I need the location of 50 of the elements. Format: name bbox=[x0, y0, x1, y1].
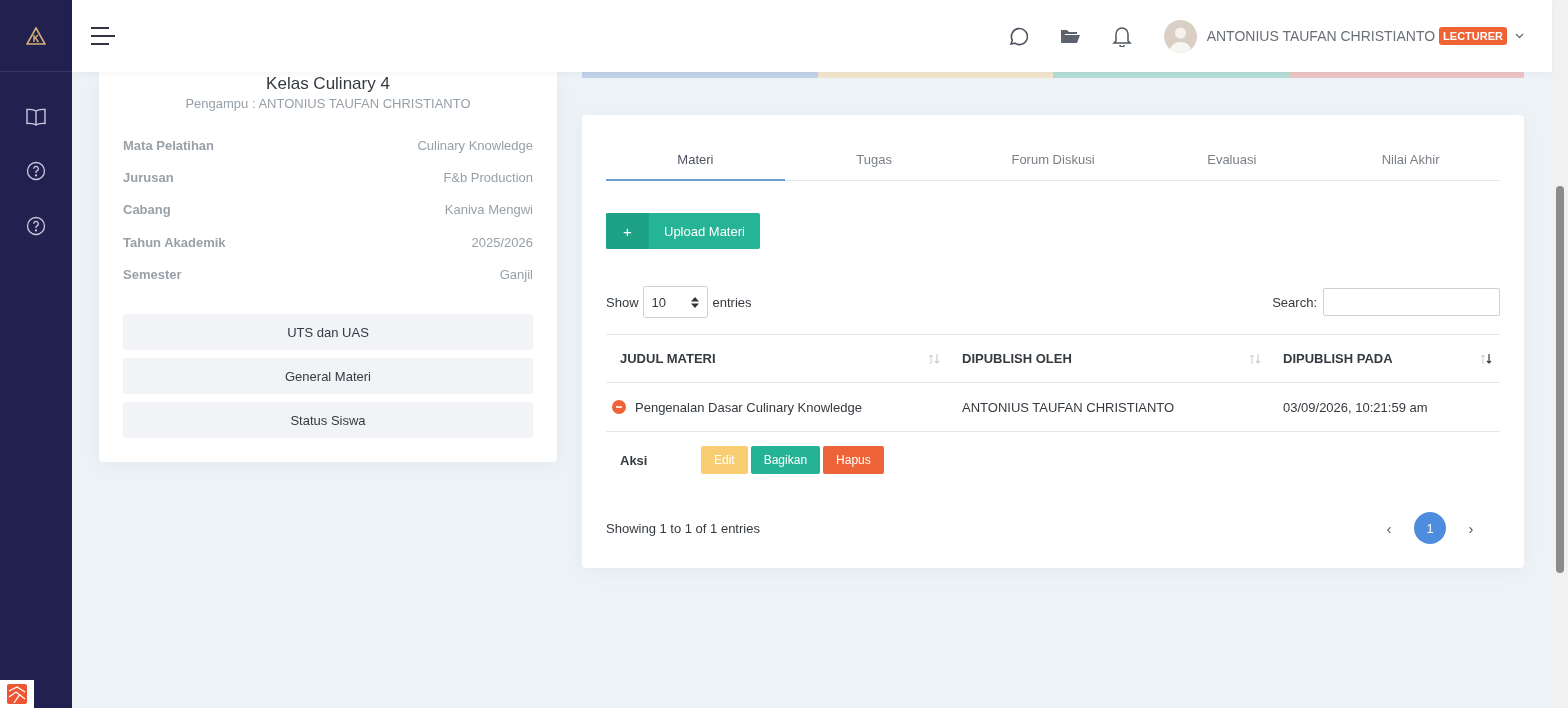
column-header[interactable]: DIPUBLISH PADA bbox=[1283, 351, 1393, 366]
detail-label: Semester bbox=[123, 266, 182, 282]
column-header[interactable]: DIPUBLISH OLEH bbox=[962, 351, 1072, 366]
stepper-arrows-icon bbox=[690, 296, 699, 308]
detail-label: Mata Pelatihan bbox=[123, 137, 215, 153]
tab[interactable]: Forum Diskusi bbox=[963, 139, 1143, 181]
table-cell-text: ANTONIUS TAUFAN CHRISTIANTO bbox=[961, 399, 1176, 415]
tab[interactable]: Tugas bbox=[784, 139, 964, 181]
search-field[interactable] bbox=[1323, 288, 1500, 316]
class-title: Kelas Culinary 4 bbox=[265, 74, 391, 94]
tab[interactable]: Materi bbox=[606, 139, 785, 181]
show-label: Show bbox=[606, 294, 639, 310]
tab[interactable]: Nilai Akhir bbox=[1321, 139, 1500, 181]
detail-value: Culinary Knowledge bbox=[417, 137, 533, 153]
app-icon bbox=[0, 680, 34, 708]
entries-label: entries bbox=[712, 294, 752, 310]
class-menu-button[interactable]: Status Siswa bbox=[123, 402, 533, 439]
detail-label: Jurusan bbox=[123, 169, 174, 185]
column-header[interactable]: JUDUL MATERI bbox=[620, 351, 716, 366]
logo-icon bbox=[26, 26, 46, 45]
actions-label: Aksi bbox=[620, 452, 649, 468]
avatar bbox=[1163, 19, 1197, 53]
collapse-icon[interactable] bbox=[612, 400, 626, 414]
chevron-down-icon[interactable] bbox=[1515, 33, 1524, 39]
tab[interactable]: Evaluasi bbox=[1142, 139, 1322, 181]
help-icon bbox=[26, 216, 46, 236]
class-subtitle: Pengampu : ANTONIUS TAUFAN CHRISTIANTO bbox=[184, 96, 472, 111]
detail-value: F&b Production bbox=[443, 169, 533, 185]
detail-value: Ganjil bbox=[499, 266, 533, 282]
class-menu-button[interactable]: General Materi bbox=[123, 358, 533, 395]
search-label: Search: bbox=[1272, 294, 1317, 310]
bell-icon[interactable] bbox=[1111, 25, 1132, 47]
detail-label: Tahun Akademik bbox=[123, 234, 226, 250]
chat-icon[interactable] bbox=[1007, 26, 1028, 46]
user-name: ANTONIUS TAUFAN CHRISTIANTO bbox=[1206, 28, 1436, 44]
entries-select[interactable]: 10 bbox=[642, 286, 708, 318]
previous-page-button[interactable]: ‹ bbox=[1374, 518, 1404, 538]
book-icon[interactable] bbox=[26, 108, 46, 126]
table-cell-text: 03/09/2026, 10:21:59 am bbox=[1282, 399, 1429, 415]
class-menu-button[interactable]: UTS dan UAS bbox=[123, 314, 533, 351]
folder-icon[interactable] bbox=[1059, 27, 1080, 45]
detail-label: Cabang bbox=[123, 202, 171, 218]
menu-icon[interactable] bbox=[90, 26, 116, 46]
role-badge: LECTURER bbox=[1439, 27, 1507, 45]
detail-value: 2025/2026 bbox=[471, 234, 533, 250]
detail-value: Kaniva Mengwi bbox=[444, 202, 533, 218]
table-info: Showing 1 to 1 of 1 entries bbox=[606, 520, 760, 536]
help-icon bbox=[26, 161, 46, 181]
next-page-button[interactable]: › bbox=[1456, 518, 1486, 538]
table-cell: Pengenalan Dasar Culinary Knowledge bbox=[635, 399, 862, 415]
